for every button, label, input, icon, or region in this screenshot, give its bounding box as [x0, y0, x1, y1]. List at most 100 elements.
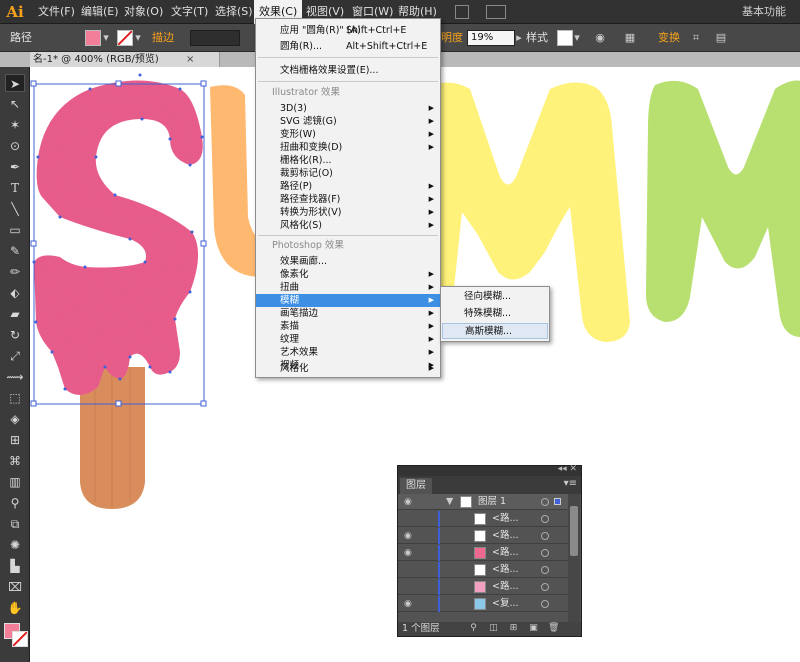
- new-layer-icon[interactable]: ▣: [528, 623, 539, 634]
- selection-indicator-icon[interactable]: [554, 498, 561, 505]
- direct-selection-tool-icon[interactable]: ↖: [5, 95, 25, 113]
- menu-stylize-photoshop[interactable]: 风格化 ▶: [256, 362, 440, 375]
- eyedropper-tool-icon[interactable]: ⚲: [5, 494, 25, 512]
- menu-raster-settings[interactable]: 文档栅格效果设置(E)...: [256, 64, 440, 77]
- sublayer-row[interactable]: <路...: [398, 562, 568, 578]
- menu-type[interactable]: 文字(T): [166, 0, 213, 24]
- target-circle-icon[interactable]: [541, 515, 549, 523]
- menu-select[interactable]: 选择(S): [210, 0, 258, 24]
- sublayer-row[interactable]: ◉ <路...: [398, 528, 568, 544]
- selection-tool-icon[interactable]: ➤: [5, 74, 25, 92]
- clipping-mask-icon[interactable]: ◫: [488, 623, 499, 634]
- target-circle-icon[interactable]: [541, 583, 549, 591]
- stroke-weight-field[interactable]: [190, 30, 240, 46]
- sublayer-row[interactable]: ◉ <复...: [398, 596, 568, 612]
- hand-tool-icon[interactable]: ✋: [5, 599, 25, 617]
- letter-m-green-shape[interactable]: [645, 80, 800, 338]
- chevron-down-icon[interactable]: ▾: [102, 30, 110, 46]
- target-circle-icon[interactable]: [541, 549, 549, 557]
- menu-effect-gallery[interactable]: 效果画廊...: [256, 255, 440, 268]
- menu-artistic[interactable]: 艺术效果 ▶: [256, 346, 440, 359]
- letter-s-shape[interactable]: [34, 80, 203, 396]
- isolate-icon[interactable]: ⌗: [688, 30, 704, 46]
- menu-warp[interactable]: 变形(W) ▶: [256, 128, 440, 141]
- perspective-grid-tool-icon[interactable]: ⊞: [5, 431, 25, 449]
- menu-stylize-illustrator[interactable]: 风格化(S) ▶: [256, 219, 440, 232]
- sublayer-row[interactable]: <路...: [398, 579, 568, 595]
- gradient-tool-icon[interactable]: ▥: [5, 473, 25, 491]
- menu-object[interactable]: 对象(O): [119, 0, 168, 24]
- panel-options-icon[interactable]: ▤: [713, 30, 729, 46]
- pen-tool-icon[interactable]: ✒: [5, 158, 25, 176]
- rotate-tool-icon[interactable]: ↻: [5, 326, 25, 344]
- stroke-color-swatch[interactable]: [117, 30, 133, 46]
- sublayer-name[interactable]: <路...: [492, 562, 519, 578]
- paintbrush-tool-icon[interactable]: ✎: [5, 242, 25, 260]
- sublayer-name[interactable]: <路...: [492, 545, 519, 561]
- pencil-tool-icon[interactable]: ✏: [5, 263, 25, 281]
- free-transform-tool-icon[interactable]: ⬚: [5, 389, 25, 407]
- bridge-icon[interactable]: [455, 5, 469, 19]
- align-grid-icon[interactable]: ▦: [622, 30, 638, 46]
- lasso-tool-icon[interactable]: ⊙: [5, 137, 25, 155]
- target-circle-icon[interactable]: [541, 498, 549, 506]
- graphic-style-swatch[interactable]: [557, 30, 573, 46]
- menu-svg-filters[interactable]: SVG 滤镜(G) ▶: [256, 115, 440, 128]
- eye-icon[interactable]: ◉: [404, 496, 416, 508]
- menu-smart-blur[interactable]: 特殊模糊...: [442, 306, 548, 322]
- magic-wand-tool-icon[interactable]: ✶: [5, 116, 25, 134]
- menu-convert-to-shape[interactable]: 转换为形状(V) ▶: [256, 206, 440, 219]
- menu-distort[interactable]: 扭曲 ▶: [256, 281, 440, 294]
- recolor-artwork-icon[interactable]: ◉: [592, 30, 608, 46]
- transform-label[interactable]: 变换: [658, 24, 680, 52]
- workspace-switcher[interactable]: 基本功能: [742, 0, 786, 24]
- menu-path[interactable]: 路径(P) ▶: [256, 180, 440, 193]
- stroke-label[interactable]: 描边: [152, 24, 174, 52]
- rectangle-tool-icon[interactable]: ▭: [5, 221, 25, 239]
- layer-row-top[interactable]: ◉ ▼ 图层 1: [398, 494, 568, 510]
- shape-builder-tool-icon[interactable]: ◈: [5, 410, 25, 428]
- layers-scrollbar-thumb[interactable]: [570, 506, 578, 556]
- collapse-panel-icon[interactable]: ◂◂ ✕: [558, 464, 577, 474]
- eye-icon[interactable]: ◉: [404, 598, 416, 610]
- menu-pathfinder[interactable]: 路径查找器(F) ▶: [256, 193, 440, 206]
- sublayer-name[interactable]: <复...: [492, 596, 519, 612]
- target-circle-icon[interactable]: [541, 600, 549, 608]
- type-tool-icon[interactable]: T: [5, 179, 25, 197]
- stroke-color-box[interactable]: [12, 631, 28, 647]
- panel-title-bar[interactable]: ◂◂ ✕: [398, 464, 581, 476]
- width-tool-icon[interactable]: ⟿: [5, 368, 25, 386]
- menu-gaussian-blur[interactable]: 高斯模糊...: [442, 323, 548, 339]
- chevron-down-icon[interactable]: ▾: [134, 30, 142, 46]
- menu-3d[interactable]: 3D(3) ▶: [256, 102, 440, 115]
- menu-texture[interactable]: 纹理 ▶: [256, 333, 440, 346]
- blend-tool-icon[interactable]: ⧉: [5, 515, 25, 533]
- menu-sketch[interactable]: 素描 ▶: [256, 320, 440, 333]
- new-sublayer-icon[interactable]: ⊞: [508, 623, 519, 634]
- menu-pixelate[interactable]: 像素化 ▶: [256, 268, 440, 281]
- menu-crop-marks[interactable]: 裁剪标记(O): [256, 167, 440, 180]
- locate-object-icon[interactable]: ⚲: [468, 623, 479, 634]
- menu-rasterize[interactable]: 栅格化(R)...: [256, 154, 440, 167]
- graph-tool-icon[interactable]: ▙: [5, 557, 25, 575]
- arrange-documents-icon[interactable]: [486, 5, 506, 19]
- delete-layer-icon[interactable]: 🗑: [548, 623, 559, 634]
- symbol-sprayer-tool-icon[interactable]: ✺: [5, 536, 25, 554]
- blob-brush-tool-icon[interactable]: ⬖: [5, 284, 25, 302]
- menu-last-effect[interactable]: 圆角(R)... Alt+Shift+Ctrl+E: [256, 40, 440, 53]
- menu-file[interactable]: 文件(F): [33, 0, 80, 24]
- target-circle-icon[interactable]: [541, 566, 549, 574]
- menu-edit[interactable]: 编辑(E): [76, 0, 124, 24]
- panel-menu-icon[interactable]: ▾≡: [564, 478, 577, 489]
- menu-distort-transform[interactable]: 扭曲和变换(D) ▶: [256, 141, 440, 154]
- eye-icon[interactable]: ◉: [404, 547, 416, 559]
- chevron-down-icon[interactable]: ▸: [515, 30, 523, 46]
- fill-color-swatch[interactable]: [85, 30, 101, 46]
- eraser-tool-icon[interactable]: ▰: [5, 305, 25, 323]
- close-tab-icon[interactable]: ×: [186, 52, 194, 67]
- menu-blur[interactable]: 模糊 ▶: [256, 294, 440, 307]
- sublayer-name[interactable]: <路...: [492, 528, 519, 544]
- line-tool-icon[interactable]: ╲: [5, 200, 25, 218]
- mesh-tool-icon[interactable]: ⌘: [5, 452, 25, 470]
- scale-tool-icon[interactable]: ⤢: [5, 347, 25, 365]
